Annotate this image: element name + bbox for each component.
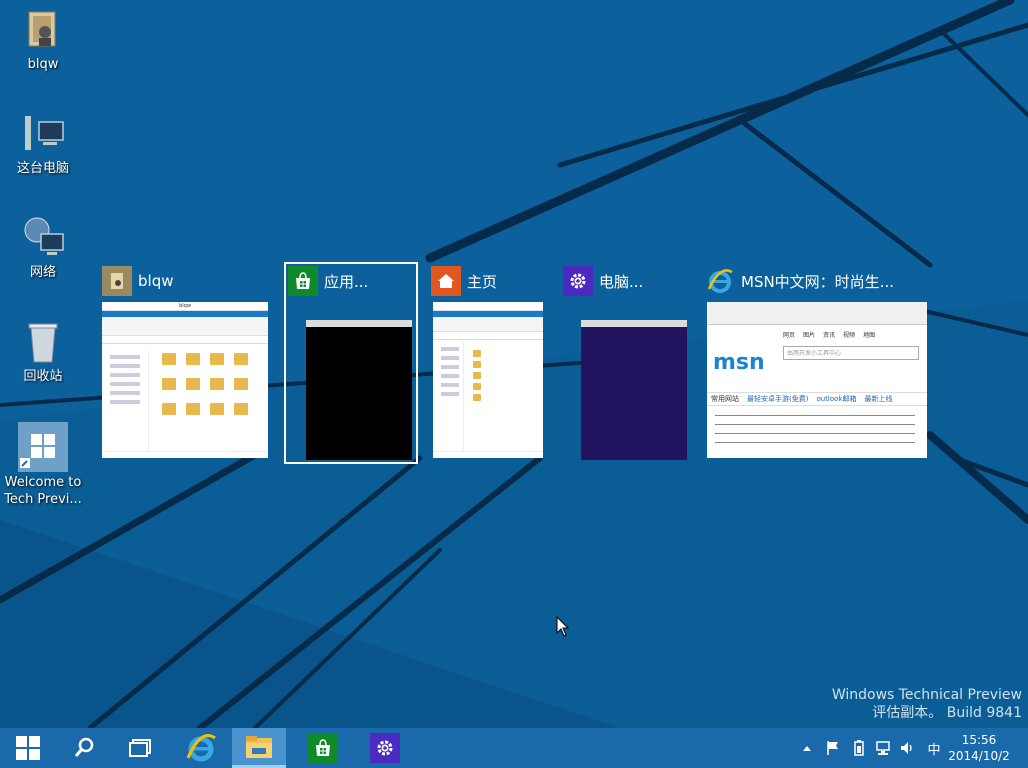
network-tray-button[interactable] bbox=[874, 728, 892, 768]
home-icon bbox=[431, 266, 461, 296]
settings-gear-icon bbox=[370, 733, 400, 763]
taskbar: 中 15:56 2014/10/2 bbox=[0, 728, 1028, 768]
search-icon bbox=[74, 737, 94, 757]
desktop-icon-label: blqw bbox=[27, 57, 59, 72]
window-thumbnail bbox=[433, 302, 543, 458]
desktop-icon-label: 这台电脑 bbox=[16, 161, 69, 176]
task-switcher-title: 电脑... bbox=[599, 272, 644, 291]
start-button[interactable] bbox=[8, 728, 48, 768]
internet-explorer-icon bbox=[186, 734, 216, 762]
chevron-up-icon bbox=[803, 746, 811, 751]
task-switcher-title: blqw bbox=[138, 272, 174, 290]
speaker-icon bbox=[901, 742, 912, 754]
window-thumbnail: blqw bbox=[102, 302, 268, 458]
task-switcher-item-blqw[interactable]: blqw blqw bbox=[102, 266, 270, 460]
desktop-icon-label: 网络 bbox=[29, 265, 56, 280]
store-icon bbox=[288, 266, 318, 296]
watermark-line1: Windows Technical Preview bbox=[831, 687, 1022, 703]
flag-icon bbox=[827, 741, 838, 755]
task-switcher-item-home[interactable]: 主页 bbox=[431, 266, 543, 460]
action-center-button[interactable] bbox=[824, 728, 842, 768]
task-switcher-title: 应用... bbox=[324, 272, 369, 291]
store-icon bbox=[308, 733, 338, 763]
input-method-button[interactable]: 中 bbox=[924, 728, 944, 768]
desktop-icon-blqw[interactable]: blqw bbox=[0, 6, 86, 73]
task-view-icon bbox=[129, 739, 151, 757]
power-button[interactable] bbox=[850, 728, 868, 768]
task-switcher-title: 主页 bbox=[467, 272, 498, 291]
window-thumbnail: 网页 图片 资讯 视频 地图 msn 由两开发小工具中心 常用网站 最轻安卓手游(免费) o… bbox=[707, 302, 927, 458]
task-switcher-title: MSN中文网：时尚生... bbox=[741, 272, 894, 291]
file-explorer-icon bbox=[246, 735, 272, 758]
computer-icon bbox=[19, 110, 67, 158]
desktop-icon-network[interactable]: 网络 bbox=[0, 214, 86, 281]
user-folder-icon bbox=[19, 6, 67, 54]
task-switcher-item-msn[interactable]: MSN中文网：时尚生... 网页 图片 资讯 视频 地图 msn 由两开发小工具中心 常… bbox=[705, 266, 927, 460]
network-icon bbox=[876, 741, 890, 755]
desktop-icon-welcome[interactable]: Welcome to Tech Previ... bbox=[0, 422, 86, 508]
desktop[interactable]: blqw 这台电脑 网络 回收站 Welcome to Tech Previ..… bbox=[0, 0, 1028, 728]
desktop-icon-label: 回收站 bbox=[23, 369, 63, 384]
pc-settings-taskbar-button[interactable] bbox=[360, 728, 410, 768]
recycle-bin-icon bbox=[19, 318, 67, 366]
clock-date: 2014/10/2 bbox=[948, 749, 1010, 763]
task-switcher-item-pc-settings[interactable]: 电脑... bbox=[563, 266, 689, 460]
internet-explorer-taskbar-button[interactable] bbox=[176, 728, 226, 768]
volume-button[interactable] bbox=[898, 728, 916, 768]
window-thumbnail bbox=[581, 320, 687, 460]
explorer-folder-icon bbox=[102, 266, 132, 296]
window-thumbnail bbox=[306, 320, 412, 460]
file-explorer-taskbar-button[interactable] bbox=[232, 728, 286, 768]
evaluation-watermark: Windows Technical Preview 评估副本。 Build 98… bbox=[832, 686, 1022, 722]
input-method-label: 中 bbox=[927, 742, 941, 758]
desktop-icon-this-pc[interactable]: 这台电脑 bbox=[0, 110, 86, 177]
windows-logo-icon bbox=[16, 736, 40, 760]
internet-explorer-icon bbox=[705, 266, 735, 296]
mouse-cursor-icon bbox=[556, 616, 570, 637]
show-hidden-icons-button[interactable] bbox=[800, 728, 814, 768]
network-icon bbox=[19, 214, 67, 262]
desktop-icon-recycle-bin[interactable]: 回收站 bbox=[0, 318, 86, 385]
desktop-icon-label: Welcome to Tech Previ... bbox=[4, 475, 82, 507]
store-taskbar-button[interactable] bbox=[298, 728, 348, 768]
task-switcher-item-store[interactable]: 应用... bbox=[284, 262, 418, 464]
clock[interactable]: 15:56 2014/10/2 bbox=[946, 732, 1012, 764]
battery-plug-icon bbox=[854, 740, 864, 756]
watermark-line2: 评估副本。 Build 9841 bbox=[872, 705, 1022, 721]
search-button[interactable] bbox=[64, 728, 104, 768]
pc-settings-icon bbox=[563, 266, 593, 296]
clock-time: 15:56 bbox=[961, 733, 997, 747]
windows-shortcut-icon bbox=[18, 422, 68, 472]
task-view-button[interactable] bbox=[120, 728, 160, 768]
